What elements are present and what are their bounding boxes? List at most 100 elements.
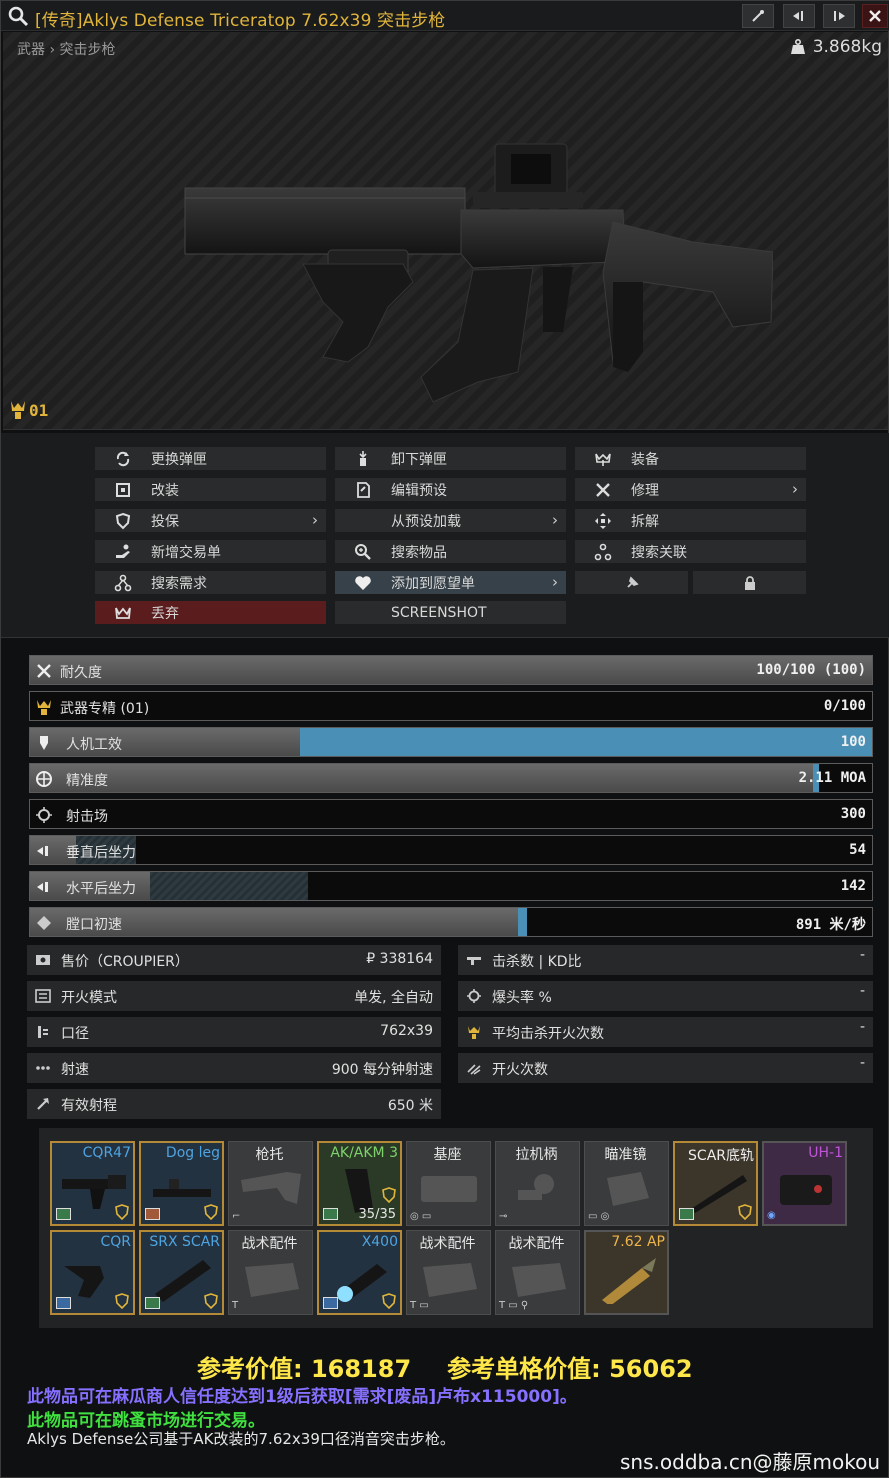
- info-kills-kd: 击杀数 | KD比 -: [458, 945, 873, 975]
- pin-window-button[interactable]: [742, 4, 774, 28]
- info-value: ₽ 338164: [366, 951, 433, 967]
- menu-pin-button[interactable]: [575, 571, 688, 594]
- tactical-silhouette: [423, 1263, 477, 1297]
- menu-discard[interactable]: 丢弃: [95, 601, 326, 624]
- stat-label: 耐久度: [60, 665, 102, 681]
- stat-value: 891 米/秒: [795, 917, 866, 933]
- stat-muzzle-velocity: 膛口初速 891 米/秒: [29, 907, 873, 937]
- menu-edit-preset[interactable]: 编辑预设: [335, 478, 566, 501]
- mount-silhouette: [421, 1176, 477, 1202]
- menu-modify[interactable]: 改装: [95, 478, 326, 501]
- close-button[interactable]: [862, 4, 888, 28]
- slot-title: 战术配件: [419, 1236, 476, 1252]
- gun-icon: [466, 952, 482, 968]
- slot-mini-icons: ⊸: [499, 1211, 508, 1222]
- weight-icon: [790, 38, 805, 54]
- menu-label: 编辑预设: [391, 482, 447, 499]
- disassemble-icon: [595, 512, 611, 529]
- menu-new-offer[interactable]: 新增交易单: [95, 540, 326, 563]
- info-label: 有效射程: [61, 1098, 117, 1114]
- slot-grip-cqr[interactable]: CQR: [50, 1230, 135, 1315]
- cartridge-image: [602, 1258, 656, 1304]
- slot-title: CQR47: [82, 1145, 131, 1161]
- menu-add-to-wishlist[interactable]: 添加到愿望单 ›: [335, 571, 566, 594]
- info-avg-shots-per-kill: 平均击杀开火次数 -: [458, 1017, 873, 1047]
- menu-label: 搜索需求: [151, 575, 207, 592]
- slot-scar-rail[interactable]: SCAR底轨: [673, 1141, 758, 1226]
- slot-mini-icons: ◉: [767, 1210, 776, 1221]
- slot-dog-leg[interactable]: Dog leg: [139, 1141, 224, 1226]
- slot-mini-icons: ◎ ▭: [410, 1211, 432, 1222]
- reference-value: 参考价值: 168187: [197, 1355, 412, 1383]
- attachment-slots: CQR47 Dog leg 枪托 ⌐ AK/AKM 3 35/35 基座 ◎ ▭…: [39, 1128, 873, 1328]
- slot-mini-icons: T ▭: [410, 1300, 429, 1311]
- slot-stock-empty[interactable]: 枪托 ⌐: [228, 1141, 313, 1226]
- slot-title: 拉机柄: [515, 1147, 558, 1163]
- menu-label: 改装: [151, 482, 179, 499]
- slot-type-tag: [323, 1208, 338, 1220]
- slot-charging-handle-empty[interactable]: 拉机柄 ⊸: [495, 1141, 580, 1226]
- slot-type-tag: [679, 1208, 694, 1220]
- expand-right-button[interactable]: [823, 4, 855, 28]
- stat-mastery: 武器专精 (01) 0/100: [29, 691, 873, 721]
- fire-mode-icon: [35, 988, 51, 1004]
- menu-label: 丢弃: [151, 605, 179, 622]
- mastery-level: 01: [29, 400, 49, 420]
- edit-preset-icon: [357, 481, 370, 498]
- target-icon: [466, 988, 482, 1004]
- chevron-right-icon: ›: [552, 573, 558, 591]
- menu-equip[interactable]: 装备: [575, 447, 806, 470]
- menu-load-from-preset[interactable]: 从预设加载 ›: [335, 509, 566, 532]
- recoil-icon: [34, 877, 54, 897]
- collapse-left-button[interactable]: [783, 4, 815, 28]
- laurel-icon: [34, 697, 54, 717]
- menu-label: 拆解: [631, 513, 659, 530]
- chevron-right-icon: ›: [312, 511, 318, 529]
- menu-screenshot[interactable]: SCREENSHOT: [335, 601, 566, 624]
- rate-icon: [35, 1060, 51, 1076]
- info-headshot-rate: 爆头率 % -: [458, 981, 873, 1011]
- related-icon: [594, 543, 612, 560]
- shield-icon: [382, 1293, 396, 1309]
- stat-vertical-recoil: 垂直后坐力 54: [29, 835, 873, 865]
- window-title: [传奇]Aklys Defense Triceratop 7.62x39 突击步…: [35, 11, 446, 31]
- menu-disassemble[interactable]: 拆解: [575, 509, 806, 532]
- slot-x400-light[interactable]: X400: [317, 1230, 402, 1315]
- menu-unload-magazine[interactable]: 卸下弹匣: [335, 447, 566, 470]
- slot-sight-uh1[interactable]: UH-1 ◉: [762, 1141, 847, 1226]
- slot-scope-empty[interactable]: 瞄准镜 ▭ ◎: [584, 1141, 669, 1226]
- laurel-icon: [466, 1024, 482, 1040]
- slot-tactical-empty-3[interactable]: 战术配件 T ▭ ⚲: [495, 1230, 580, 1315]
- menu-insure[interactable]: 投保 ›: [95, 509, 326, 532]
- info-value: -: [859, 983, 865, 999]
- wrench-cross-icon: [596, 482, 610, 497]
- slot-tactical-empty-2[interactable]: 战术配件 T ▭: [406, 1230, 491, 1315]
- stat-value: 2.11 MOA: [798, 770, 866, 786]
- menu-lock-button[interactable]: [693, 571, 806, 594]
- charging-handle-silhouette: [518, 1174, 554, 1200]
- close-icon: [869, 10, 881, 22]
- info-effective-range: 有效射程 650 米: [27, 1089, 441, 1119]
- slot-mount-empty[interactable]: 基座 ◎ ▭: [406, 1141, 491, 1226]
- modding-icon: [116, 482, 130, 497]
- slot-ammo-762-ap[interactable]: 7.62 AP: [584, 1230, 669, 1315]
- crosshair-icon: [34, 769, 54, 789]
- slot-srx-scar[interactable]: SRX SCAR: [139, 1230, 224, 1315]
- stat-label: 射击场: [66, 809, 108, 825]
- menu-label: 卸下弹匣: [391, 451, 447, 468]
- menu-swap-magazine[interactable]: 更换弹匣: [95, 447, 326, 470]
- stat-ergonomics: 人机工效 100: [29, 727, 873, 757]
- slot-tactical-empty-1[interactable]: 战术配件 T: [228, 1230, 313, 1315]
- slot-handguard-cqr47[interactable]: CQR47: [50, 1141, 135, 1226]
- menu-repair[interactable]: 修理 ›: [575, 478, 806, 501]
- shield-icon: [382, 1187, 396, 1203]
- menu-search-item[interactable]: 搜索物品: [335, 540, 566, 563]
- tactical-silhouette: [512, 1263, 566, 1297]
- slot-magazine-akm[interactable]: AK/AKM 3 35/35: [317, 1141, 402, 1226]
- menu-search-related[interactable]: 搜索关联: [575, 540, 806, 563]
- menu-search-requirements[interactable]: 搜索需求: [95, 571, 326, 594]
- stat-label: 精准度: [66, 773, 108, 789]
- reference-values: 参考价值: 168187 参考单格价值: 56062: [197, 1349, 729, 1384]
- stat-fill: [150, 872, 308, 900]
- stat-horizontal-recoil: 水平后坐力 142: [29, 871, 873, 901]
